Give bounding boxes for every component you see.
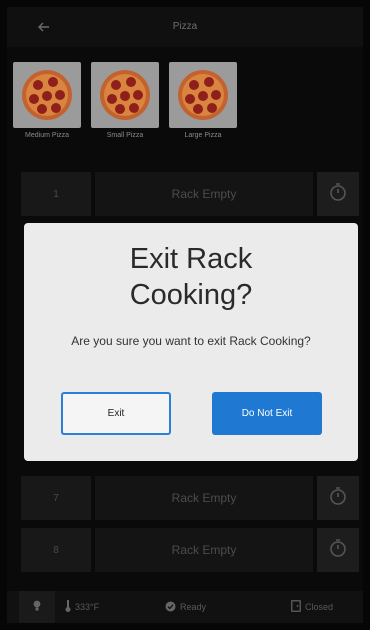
dialog-message: Are you sure you want to exit Rack Cooki… [71,334,311,348]
modal-overlay: Exit Rack Cooking? Are you sure you want… [0,0,370,630]
dialog-title: Exit Rack Cooking? [24,241,358,313]
dialog-title-line: Cooking? [129,279,253,311]
do-not-exit-button[interactable]: Do Not Exit [212,392,322,435]
exit-button[interactable]: Exit [61,392,171,435]
dialog-title-line: Exit Rack [129,243,253,275]
exit-confirm-dialog: Exit Rack Cooking? Are you sure you want… [24,223,358,461]
